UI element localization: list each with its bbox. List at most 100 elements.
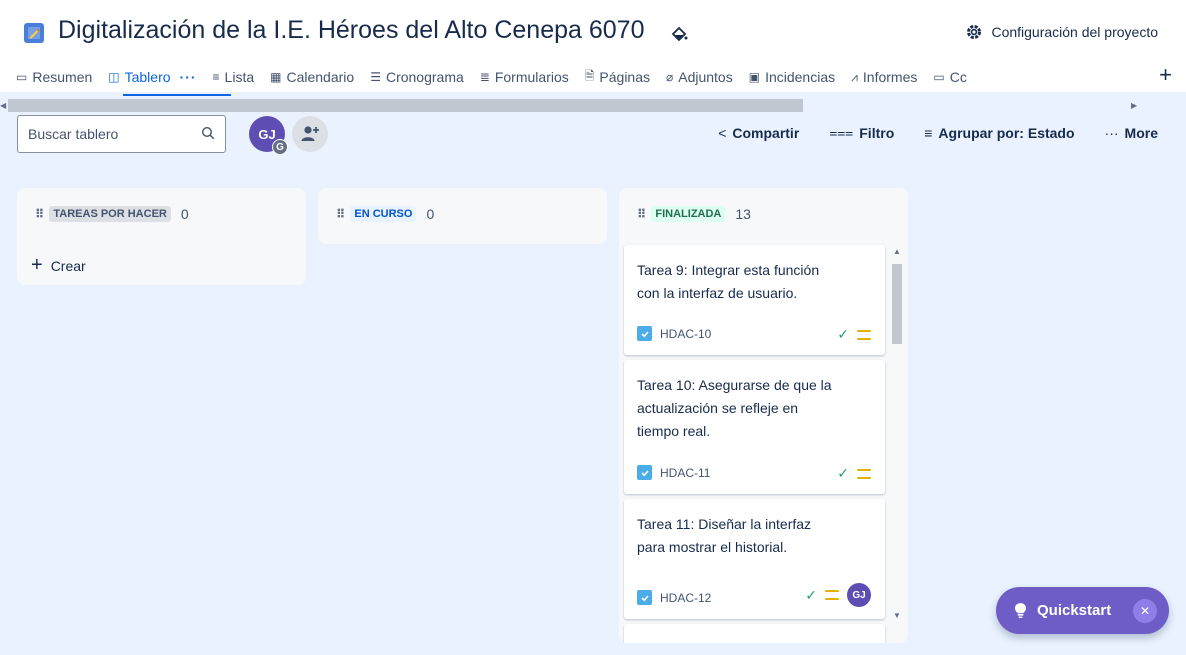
project-icon [24, 23, 44, 43]
tab-informes[interactable]: ⩘ Informes [851, 66, 917, 88]
group-by-button[interactable]: ≡ Agrupar por: Estado [924, 124, 1074, 141]
tab-formularios[interactable]: ≣ Formularios [480, 66, 569, 88]
project-title[interactable]: Digitalización de la I.E. Héroes del Alt… [58, 16, 644, 45]
priority-medium-icon [857, 329, 871, 340]
priority-medium-icon [825, 590, 839, 600]
tab-tablero[interactable]: ◫ Tablero ··· [108, 66, 196, 88]
active-tab-indicator [123, 94, 231, 96]
add-people-button[interactable] [292, 116, 328, 152]
tab-label: Calendario [286, 69, 355, 85]
issue-count: 13 [735, 206, 751, 222]
column-todo: ⠿ TAREAS POR HACER 0 + Crear [17, 188, 306, 285]
project-theme-icon[interactable] [669, 24, 689, 44]
card-title: Tarea 10: Asegurarse de que la actualiza… [637, 377, 832, 439]
quickstart-label: Quickstart [1037, 602, 1112, 619]
forms-icon: ≣ [479, 70, 490, 84]
issue-key[interactable]: HDAC-11 [660, 466, 710, 480]
scroll-right-icon[interactable]: ▶ [1131, 101, 1137, 110]
filter-icon: ⩶ [829, 124, 854, 140]
tab-calendario[interactable]: ▦ Calendario [270, 66, 354, 88]
issue-count: 0 [426, 206, 435, 222]
more-button[interactable]: ··· More [1105, 124, 1158, 141]
share-icon: < [718, 124, 727, 141]
board-icon: ◫ [108, 70, 120, 84]
create-label: Crear [50, 257, 86, 274]
add-tab-button[interactable]: + [1159, 62, 1172, 88]
issue-key[interactable]: HDAC-10 [660, 327, 711, 341]
issue-card[interactable] [624, 624, 885, 643]
project-tabs: ▭ Resumen ◫ Tablero ··· ≡ Lista ▦ Calendario … [16, 66, 983, 96]
attachment-icon: ⌀ [666, 70, 674, 84]
create-issue-button[interactable]: + Crear [31, 254, 86, 277]
group-icon: ≡ [924, 124, 933, 141]
share-label: Compartir [732, 124, 800, 141]
project-settings-button[interactable]: Configuración del proyecto [965, 23, 1158, 41]
issue-card[interactable]: Tarea 9: Integrar esta función con la in… [624, 245, 885, 355]
scrollbar-thumb[interactable] [892, 264, 902, 344]
tab-label: Cronograma [385, 69, 464, 85]
tab-label: Páginas [599, 69, 650, 85]
card-title: Tarea 9: Integrar esta función con la in… [637, 262, 820, 301]
column-header[interactable]: ⠿ FINALIZADA 13 [637, 206, 751, 222]
quickstart-button[interactable]: Quickstart ✕ [996, 587, 1169, 634]
share-button[interactable]: < Compartir [718, 124, 799, 141]
scroll-up-icon[interactable]: ▲ [893, 247, 901, 256]
column-in-progress: ⠿ EN CURSO 0 [318, 188, 607, 244]
tab-label: Formularios [494, 69, 569, 85]
plus-icon: + [31, 254, 43, 276]
task-type-icon [637, 326, 652, 341]
column-scrollbar[interactable]: ▲ ▼ [888, 247, 904, 628]
done-check-icon: ✓ [805, 586, 817, 603]
issue-count: 0 [180, 206, 189, 222]
add-person-icon [301, 126, 319, 141]
issue-key[interactable]: HDAC-12 [660, 591, 711, 605]
search-input[interactable] [18, 116, 198, 152]
scroll-down-icon[interactable]: ▼ [893, 611, 901, 620]
card-title: Tarea 11: Diseñar la interfaz para mostr… [637, 516, 812, 555]
card-meta: ✓ [837, 326, 871, 343]
tab-truncated[interactable]: ▭ Cc [933, 66, 966, 88]
tab-label: Incidencias [765, 69, 836, 85]
drag-handle-icon[interactable]: ⠿ [637, 207, 646, 221]
tab-resumen[interactable]: ▭ Resumen [16, 66, 92, 88]
issue-card[interactable]: Tarea 11: Diseñar la interfaz para mostr… [624, 499, 885, 619]
column-header[interactable]: ⠿ EN CURSO 0 [336, 206, 434, 222]
card-footer: HDAC-11 [637, 465, 710, 480]
tab-incidencias[interactable]: ▣ Incidencias [749, 66, 835, 88]
done-check-icon: ✓ [837, 326, 849, 342]
more-icon: ··· [1104, 124, 1119, 141]
search-icon [201, 126, 215, 140]
pages-icon: 🗎 [584, 68, 595, 83]
tab-label: Lista [224, 69, 255, 85]
scrollbar-thumb[interactable] [8, 99, 803, 112]
board-actions: < Compartir ⩶ Filtro ≡ Agrupar por: Estado … [718, 124, 1158, 141]
assignee-avatar[interactable]: GJ [847, 583, 871, 607]
drag-handle-icon[interactable]: ⠿ [35, 207, 44, 221]
avatar-badge: G [272, 139, 288, 155]
project-settings-label: Configuración del proyecto [991, 24, 1158, 40]
issue-card[interactable]: Tarea 10: Asegurarse de que la actualiza… [624, 360, 885, 494]
tab-adjuntos[interactable]: ⌀ Adjuntos [666, 66, 733, 88]
column-done: ⠿ FINALIZADA 13 Tarea 9: Integrar esta f… [619, 188, 908, 643]
filter-button[interactable]: ⩶ Filtro [829, 124, 894, 141]
tab-lista[interactable]: ≡ Lista [213, 66, 255, 88]
tab-label: Cc [949, 69, 967, 85]
column-header[interactable]: ⠿ TAREAS POR HACER 0 [35, 206, 189, 222]
filter-label: Filtro [859, 124, 895, 141]
drag-handle-icon[interactable]: ⠿ [336, 207, 345, 221]
lightbulb-icon [1014, 603, 1027, 618]
horizontal-scrollbar[interactable]: ◀ ▶ [0, 98, 1186, 114]
priority-medium-icon [857, 468, 871, 479]
tab-paginas[interactable]: 🗎 Páginas [585, 66, 650, 88]
list-icon: ≡ [212, 70, 220, 84]
close-icon[interactable]: ✕ [1133, 599, 1157, 623]
status-lozenge: FINALIZADA [651, 206, 726, 222]
scroll-left-icon[interactable]: ◀ [0, 101, 6, 110]
group-label: Agrupar por: Estado [938, 124, 1075, 141]
tab-cronograma[interactable]: ☰ Cronograma [370, 66, 464, 88]
more-icon[interactable]: ··· [180, 69, 197, 85]
avatar[interactable]: GJ G [249, 116, 288, 155]
card-meta: ✓ GJ [805, 583, 871, 607]
card-footer: HDAC-10 [637, 326, 711, 341]
tab-label: Resumen [32, 69, 93, 85]
